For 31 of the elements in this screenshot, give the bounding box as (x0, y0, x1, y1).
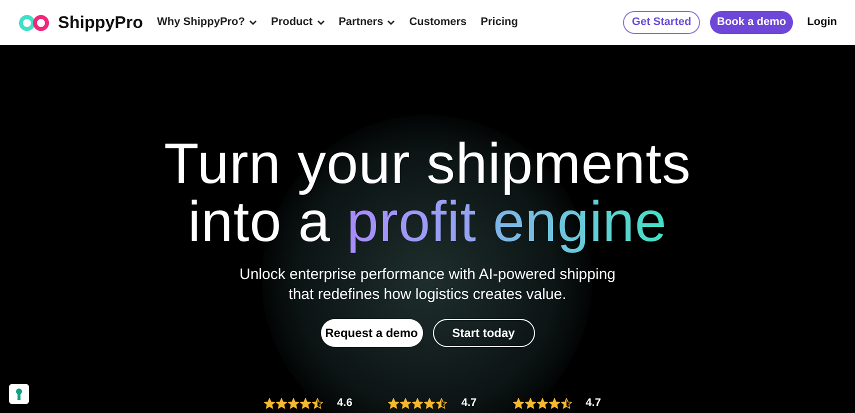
star-icon (412, 398, 424, 409)
star-icon (264, 398, 276, 409)
star-icon (288, 398, 300, 409)
request-demo-button[interactable]: Request a demo (320, 319, 422, 347)
rating-score: 4.7 (461, 396, 477, 411)
headline: Turn your shipments into a profit engine (164, 135, 691, 251)
nav-link[interactable]: Customers (409, 14, 467, 31)
privacy-button[interactable] (9, 384, 29, 404)
half-star-icon (312, 398, 324, 409)
nav-link[interactable]: Pricing (480, 14, 518, 31)
star-icon (276, 398, 288, 409)
star-icon (524, 398, 536, 409)
nav-link[interactable]: Product (271, 14, 325, 31)
login-link[interactable]: Login (807, 14, 837, 31)
star-icon (536, 398, 548, 409)
keyhole-icon (15, 388, 23, 400)
star-icon (512, 398, 524, 409)
hero-subtitle: Unlock enterprise performance with AI-powered shipping that redefines how logistics creates value. (239, 265, 616, 305)
brand-name[interactable]: ShippyPro (58, 10, 144, 36)
start-today-button[interactable]: Start today (432, 319, 534, 347)
star-icon (388, 398, 400, 409)
rating-score: 4.6 (337, 396, 352, 411)
nav-link[interactable]: Partners (338, 14, 396, 31)
book-demo-button[interactable]: Book a demo (710, 11, 794, 34)
rating-score: 4.7 (586, 396, 601, 411)
half-star-icon (436, 398, 448, 409)
logo-icon (18, 14, 50, 32)
star-icon (400, 398, 412, 409)
half-star-icon (560, 398, 572, 409)
get-started-button[interactable]: Get Started (623, 11, 700, 34)
nav-link[interactable]: Why ShippyPro? (157, 14, 257, 31)
